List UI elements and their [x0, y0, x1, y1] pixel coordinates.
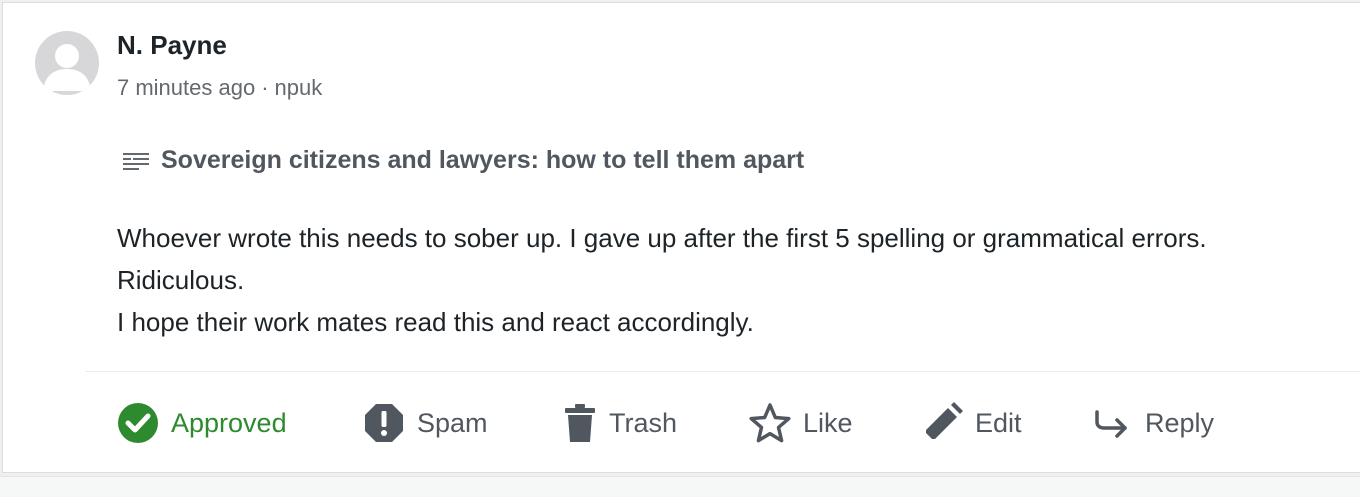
comment-time[interactable]: 7 minutes ago	[117, 75, 255, 100]
trash-button[interactable]: Trash	[563, 398, 677, 448]
comment-line: Whoever wrote this needs to sober up. I …	[117, 223, 1207, 253]
comment-username[interactable]: npuk	[275, 75, 323, 100]
spam-label: Spam	[417, 407, 488, 438]
pencil-icon	[921, 402, 963, 444]
comment-meta: 7 minutes ago · npuk	[117, 75, 322, 101]
next-comment-edge	[0, 476, 1360, 497]
check-circle-icon	[117, 402, 159, 444]
post-link[interactable]: Sovereign citizens and lawyers: how to t…	[121, 146, 804, 175]
post-lines-icon	[123, 152, 149, 170]
reply-button[interactable]: Reply	[1091, 398, 1214, 448]
avatar[interactable]	[35, 31, 99, 95]
default-avatar-icon	[43, 44, 91, 91]
meta-separator: ·	[261, 75, 269, 100]
reply-label: Reply	[1145, 407, 1215, 438]
trash-icon	[563, 402, 597, 444]
trash-label: Trash	[609, 407, 678, 438]
post-title[interactable]: Sovereign citizens and lawyers: how to t…	[161, 146, 804, 175]
comment-line: I hope their work mates read this and re…	[117, 307, 754, 337]
reply-arrow-icon	[1091, 402, 1133, 444]
comment-author[interactable]: N. Payne	[117, 30, 227, 61]
edit-label: Edit	[975, 407, 1022, 438]
like-button[interactable]: Like	[749, 398, 853, 448]
spam-button[interactable]: Spam	[363, 398, 488, 448]
edit-button[interactable]: Edit	[921, 398, 1022, 448]
comment-line: Ridiculous.	[117, 265, 245, 295]
star-outline-icon	[749, 402, 791, 444]
comment-body: Whoever wrote this needs to sober up. I …	[117, 217, 1207, 343]
approved-label: Approved	[171, 407, 287, 438]
like-label: Like	[803, 407, 853, 438]
approved-button[interactable]: Approved	[117, 398, 287, 448]
comment-card: N. Payne 7 minutes ago · npuk Sovereign ci…	[2, 2, 1360, 473]
divider	[85, 371, 1360, 372]
exclamation-octagon-icon	[363, 402, 405, 444]
comment-actions: Approved Spam Trash Like Edit Reply	[3, 398, 1360, 448]
